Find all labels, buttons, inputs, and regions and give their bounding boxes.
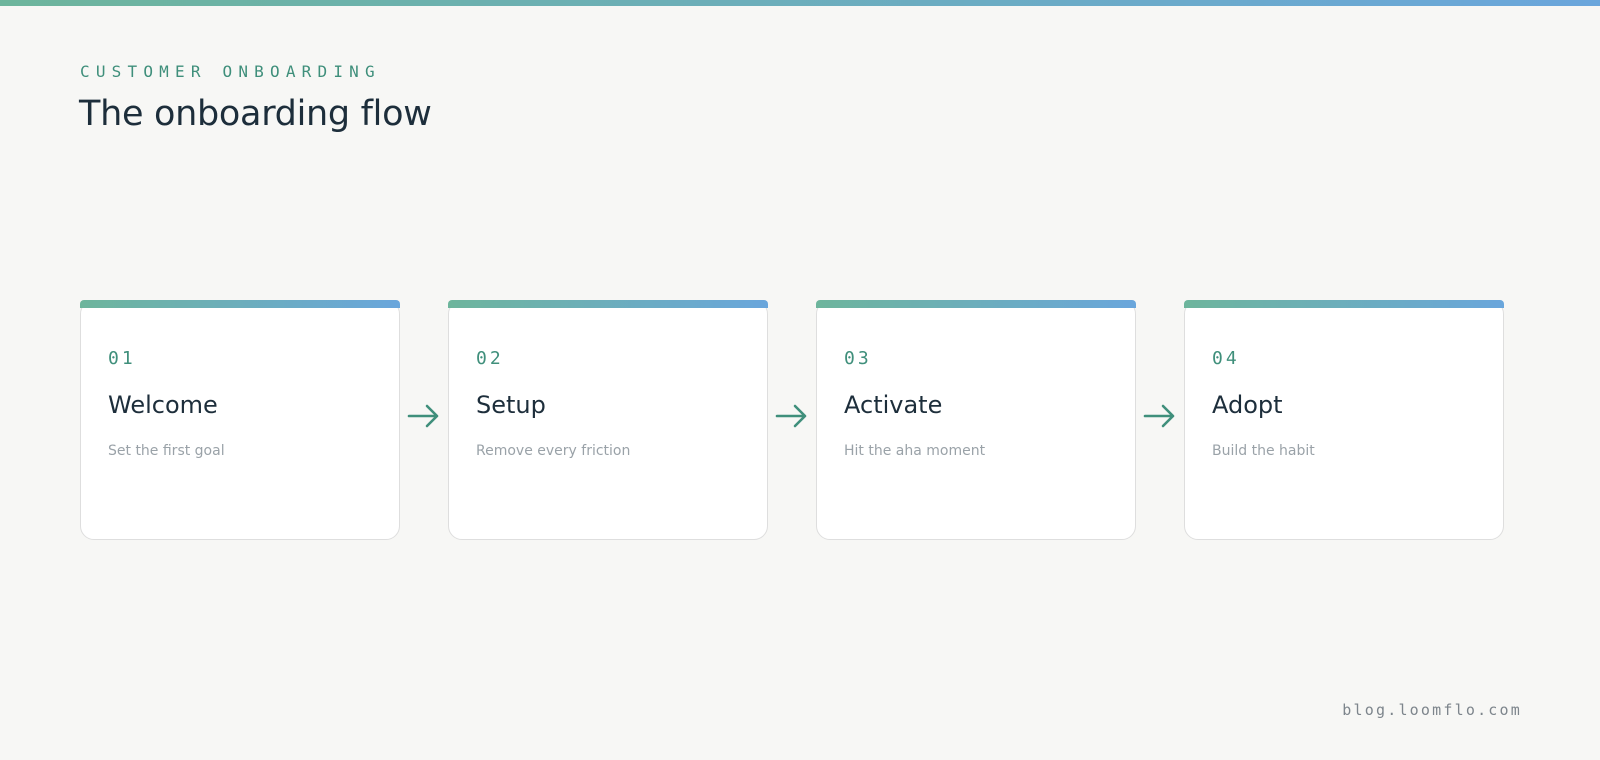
arrow-right-icon xyxy=(407,404,439,428)
card-accent-bar xyxy=(448,300,768,308)
step-card-adopt: 04 Adopt Build the habit xyxy=(1184,300,1504,540)
step-card-activate: 03 Activate Hit the aha moment xyxy=(816,300,1136,540)
footer-url: blog.loomflo.com xyxy=(1342,701,1522,719)
step-description: Build the habit xyxy=(1212,443,1315,459)
step-card-setup: 02 Setup Remove every friction xyxy=(448,300,768,540)
arrow-right-icon xyxy=(775,404,807,428)
step-number: 04 xyxy=(1212,348,1240,369)
card-accent-bar xyxy=(1184,300,1504,308)
step-number: 01 xyxy=(108,348,136,369)
step-card-welcome: 01 Welcome Set the first goal xyxy=(80,300,400,540)
step-title: Adopt xyxy=(1212,391,1283,419)
onboarding-flow: 01 Welcome Set the first goal 02 Setup R… xyxy=(80,300,1504,540)
page-title: The onboarding flow xyxy=(79,94,432,134)
card-accent-bar xyxy=(80,300,400,308)
top-gradient-bar xyxy=(0,0,1600,6)
step-title: Setup xyxy=(476,391,546,419)
step-description: Set the first goal xyxy=(108,443,225,459)
step-number: 02 xyxy=(476,348,504,369)
step-title: Activate xyxy=(844,391,943,419)
step-description: Hit the aha moment xyxy=(844,443,986,459)
step-description: Remove every friction xyxy=(476,443,631,459)
step-title: Welcome xyxy=(108,391,218,419)
section-eyebrow: CUSTOMER ONBOARDING xyxy=(80,62,381,81)
card-accent-bar xyxy=(816,300,1136,308)
step-number: 03 xyxy=(844,348,872,369)
arrow-right-icon xyxy=(1143,404,1175,428)
